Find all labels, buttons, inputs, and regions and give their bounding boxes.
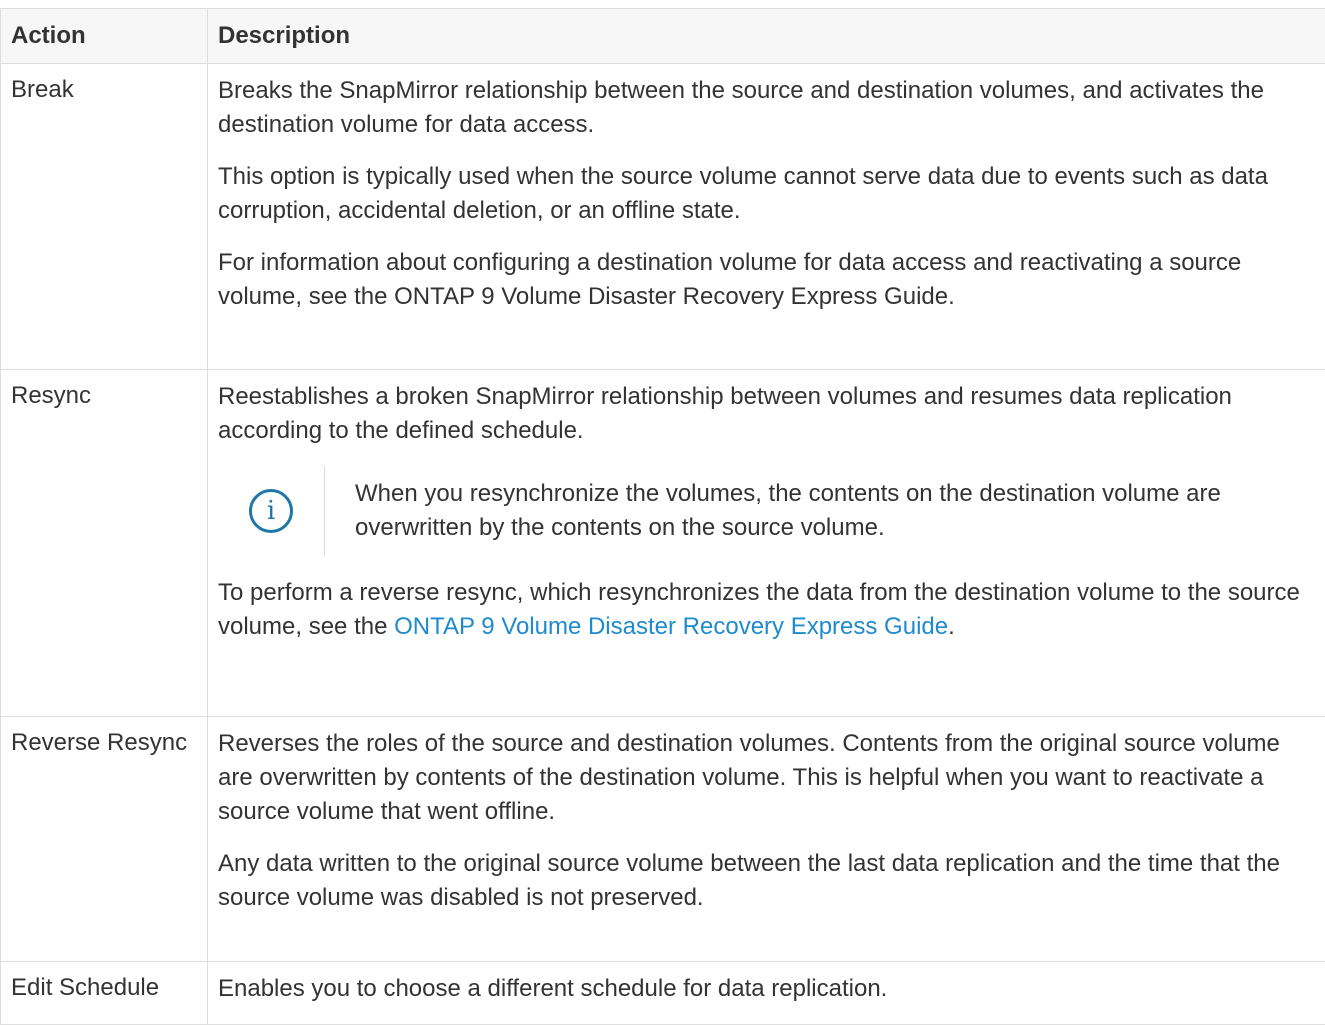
- table-row-resync: Resync Reestablishes a broken SnapMirror…: [1, 370, 1325, 717]
- info-icon-cell: i: [218, 466, 325, 556]
- break-description: Breaks the SnapMirror relationship betwe…: [218, 74, 1321, 142]
- table-row-reverse-resync: Reverse Resync Reverses the roles of the…: [1, 717, 1325, 962]
- info-note-text: When you resynchronize the volumes, the …: [325, 477, 1321, 545]
- reverse-resync-warning: Any data written to the original source …: [218, 847, 1321, 915]
- action-cell-edit-schedule: Edit Schedule: [1, 962, 208, 1025]
- action-cell-break: Break: [1, 64, 208, 370]
- info-admonition: i When you resynchronize the volumes, th…: [218, 466, 1321, 556]
- resync-reference: To perform a reverse resync, which resyn…: [218, 576, 1321, 644]
- resync-description: Reestablishes a broken SnapMirror relati…: [218, 380, 1321, 448]
- break-usage-note: This option is typically used when the s…: [218, 160, 1321, 228]
- resync-reference-end: .: [948, 613, 955, 640]
- info-icon: i: [249, 489, 293, 533]
- actions-table: Action Description Break Breaks the Snap…: [0, 8, 1325, 1025]
- table-row-break: Break Breaks the SnapMirror relationship…: [1, 64, 1325, 370]
- description-cell-resync: Reestablishes a broken SnapMirror relati…: [208, 370, 1325, 717]
- action-cell-reverse-resync: Reverse Resync: [1, 717, 208, 962]
- description-cell-edit-schedule: Enables you to choose a different schedu…: [208, 962, 1325, 1025]
- break-reference: For information about configuring a dest…: [218, 246, 1321, 314]
- column-header-description: Description: [208, 9, 1325, 64]
- description-cell-reverse-resync: Reverses the roles of the source and des…: [208, 717, 1325, 962]
- table-header-row: Action Description: [1, 9, 1325, 64]
- table-row-edit-schedule: Edit Schedule Enables you to choose a di…: [1, 962, 1325, 1025]
- description-cell-break: Breaks the SnapMirror relationship betwe…: [208, 64, 1325, 370]
- reverse-resync-description: Reverses the roles of the source and des…: [218, 727, 1321, 829]
- column-header-action: Action: [1, 9, 208, 64]
- action-cell-resync: Resync: [1, 370, 208, 717]
- edit-schedule-description: Enables you to choose a different schedu…: [218, 972, 1321, 1006]
- disaster-recovery-guide-link[interactable]: ONTAP 9 Volume Disaster Recovery Express…: [394, 613, 948, 640]
